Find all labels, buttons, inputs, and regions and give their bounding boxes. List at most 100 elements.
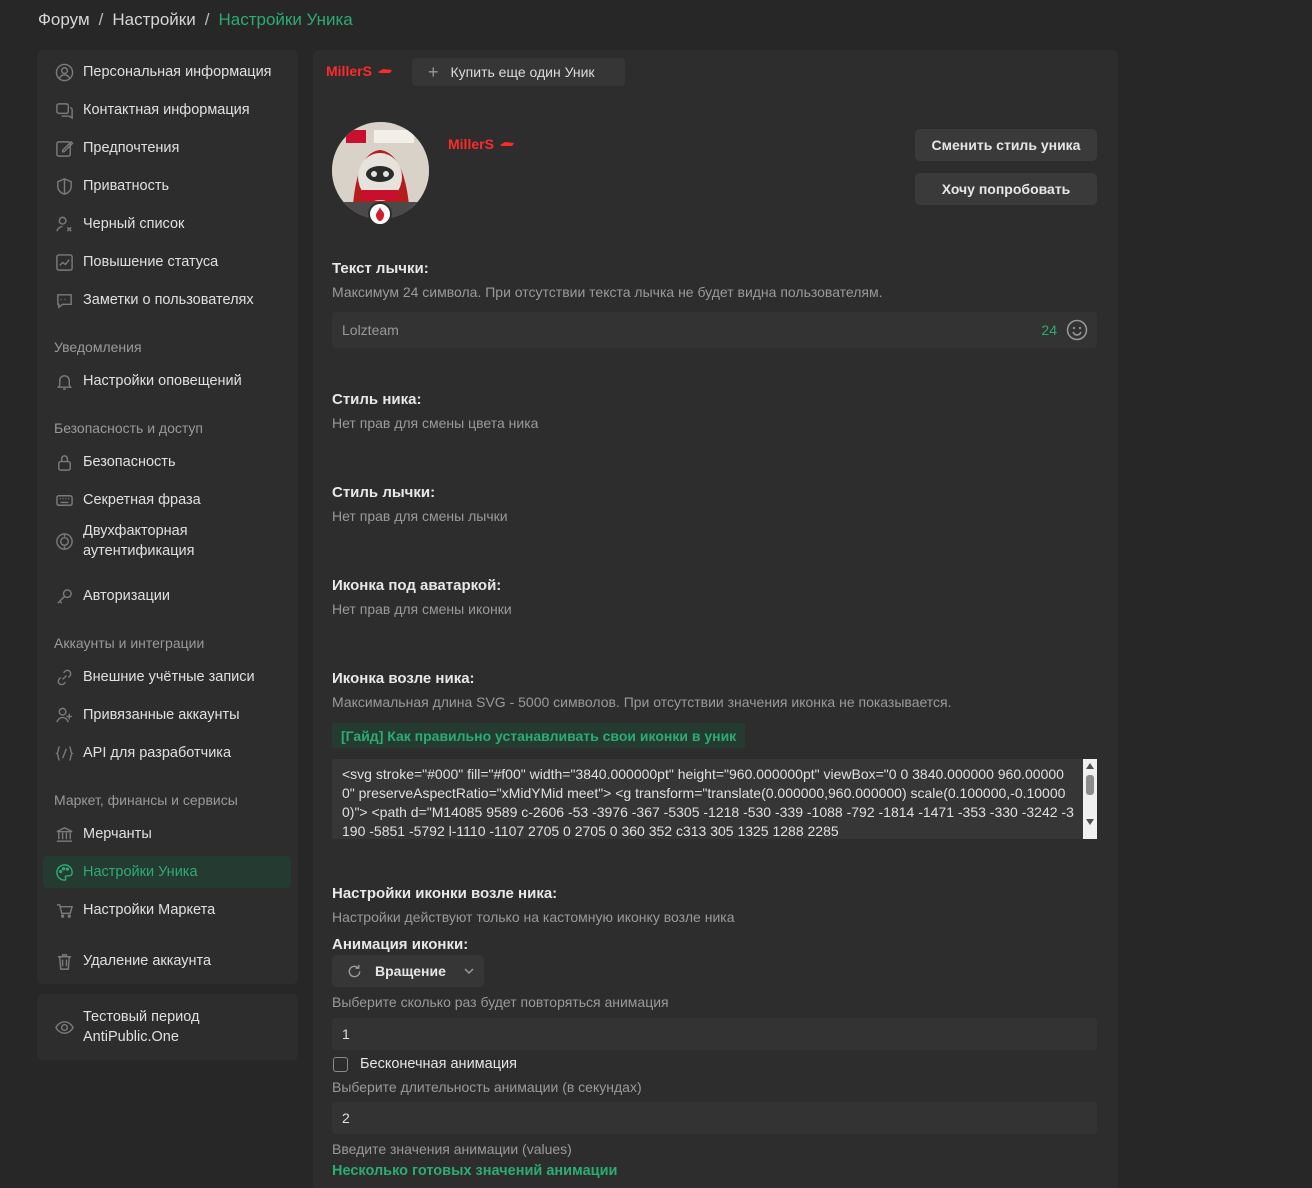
sidebar-item-privacy[interactable]: Приватность: [43, 170, 291, 202]
animation-select[interactable]: Вращение: [332, 955, 484, 987]
sidebar-item-linked-accounts[interactable]: Привязанные аккаунты: [43, 699, 291, 731]
emoji-icon[interactable]: [1066, 319, 1088, 341]
unique-tab[interactable]: MillerS: [326, 63, 393, 79]
eye-icon: [54, 1017, 74, 1037]
sidebar-item-label: Авторизации: [83, 588, 170, 604]
bell-icon: [54, 371, 74, 391]
sidebar-item-label: Настройки Уника: [83, 864, 198, 880]
sidebar-item-label: Двухфакторная аутентификация: [83, 521, 194, 561]
label-line-1: Тестовый период: [83, 1009, 200, 1025]
sidebar-item-label: Заметки о пользователях: [83, 292, 254, 308]
sidebar-item-label: Мерчанты: [83, 826, 152, 842]
rotate-icon: [348, 964, 361, 977]
profile-nickname: MillerS: [448, 136, 515, 152]
repeat-hint: Выберите сколько раз будет повторяться а…: [332, 994, 669, 1010]
sidebar-item-label: Настройки Маркета: [83, 902, 216, 918]
trial-panel: Тестовый период AntiPublic.One: [37, 994, 298, 1060]
unique-settings-panel: MillerS + Купить еще один Уник MillerS С…: [313, 50, 1118, 1188]
link-icon: [54, 667, 74, 687]
sidebar-item-label: Тестовый период AntiPublic.One: [83, 1007, 199, 1047]
duration-input[interactable]: 2: [332, 1102, 1097, 1134]
nick-icon-label: Иконка возле ника:: [332, 670, 475, 687]
avatar-icon-hint: Нет прав для смены иконки: [332, 601, 512, 617]
scroll-up-icon[interactable]: [1086, 763, 1094, 769]
buy-another-unique-button[interactable]: + Купить еще один Уник: [412, 58, 625, 86]
keyboard-icon: [54, 490, 74, 510]
two-factor-icon: [54, 531, 74, 551]
label-line-1: Двухфакторная: [83, 523, 188, 539]
sidebar-item-trial-antipublic[interactable]: Тестовый период AntiPublic.One: [43, 1005, 291, 1049]
user-circle-icon: [54, 62, 74, 82]
sidebar-item-label: Повышение статуса: [83, 254, 219, 270]
repeat-count-input[interactable]: 1: [332, 1018, 1097, 1050]
sidebar-item-user-notes[interactable]: Заметки о пользователях: [43, 284, 291, 316]
user-plus-icon: [54, 705, 74, 725]
guide-link[interactable]: [Гайд] Как правильно устанавливать свои …: [332, 723, 746, 748]
breadcrumb-forum[interactable]: Форум: [38, 10, 90, 30]
sidebar-item-delete-account[interactable]: Удаление аккаунта: [43, 945, 291, 977]
avatar-icon-label: Иконка под аватаркой:: [332, 577, 502, 594]
profile-nickname-text: MillerS: [448, 136, 494, 152]
sidebar-item-label: API для разработчика: [83, 745, 232, 761]
sidebar-item-secret-phrase[interactable]: Секретная фраза: [43, 484, 291, 516]
sidebar-item-contact-info[interactable]: Контактная информация: [43, 94, 291, 126]
change-style-button[interactable]: Сменить стиль уника: [915, 129, 1097, 161]
nick-icon-settings-label: Настройки иконки возле ника:: [332, 885, 558, 902]
sidebar-item-label: Удаление аккаунта: [83, 953, 212, 969]
buy-button-label: Купить еще один Уник: [450, 64, 595, 80]
breadcrumb-separator: /: [204, 10, 210, 29]
duration-hint: Выберите длительность анимации (в секунд…: [332, 1079, 642, 1095]
nick-icon-hint: Максимальная длина SVG - 5000 символов. …: [332, 694, 952, 710]
note-icon: [54, 290, 74, 310]
duration-value: 2: [342, 1110, 350, 1126]
svg-icon-textarea[interactable]: <svg stroke="#000" fill="#f00" width="38…: [332, 759, 1097, 839]
lock-icon: [54, 452, 74, 472]
sidebar-item-label: Приватность: [83, 178, 170, 194]
sidebar-item-label: Предпочтения: [83, 140, 180, 156]
values-hint: Введите значения анимации (values): [332, 1141, 572, 1157]
sidebar-item-personal-info[interactable]: Персональная информация: [43, 56, 291, 88]
sidebar-item-status-upgrade[interactable]: Повышение статуса: [43, 246, 291, 278]
breadcrumb-current[interactable]: Настройки Уника: [218, 10, 352, 30]
sidebar-item-label: Секретная фраза: [83, 492, 201, 508]
sidebar-item-authorizations[interactable]: Авторизации: [43, 580, 291, 612]
sidebar-item-notification-settings[interactable]: Настройки оповещений: [43, 365, 291, 397]
sidebar-item-label: Черный список: [83, 216, 185, 232]
palette-icon: [54, 862, 74, 882]
settings-sidebar: Персональная информация Контактная инфор…: [37, 50, 298, 984]
sidebar-item-external-accounts[interactable]: Внешние учётные записи: [43, 661, 291, 693]
label-line-2: AntiPublic.One: [83, 1029, 179, 1045]
user-block-icon: [54, 214, 74, 234]
animation-selected: Вращение: [375, 963, 446, 979]
sidebar-item-two-factor[interactable]: Двухфакторная аутентификация: [43, 520, 291, 562]
sidebar-item-label: Безопасность: [83, 454, 176, 470]
edit-icon: [54, 138, 74, 158]
chat-icon: [54, 100, 74, 120]
bank-icon: [54, 824, 74, 844]
sidebar-item-blacklist[interactable]: Черный список: [43, 208, 291, 240]
nick-style-hint: Нет прав для смены цвета ника: [332, 415, 539, 431]
key-icon: [54, 586, 74, 606]
sidebar-item-unique-settings[interactable]: Настройки Уника: [43, 856, 291, 888]
sidebar-item-developer-api[interactable]: API для разработчика: [43, 737, 291, 769]
sidebar-item-security[interactable]: Безопасность: [43, 446, 291, 478]
sidebar-item-preferences[interactable]: Предпочтения: [43, 132, 291, 164]
scroll-down-icon[interactable]: [1086, 819, 1094, 825]
sidebar-item-merchants[interactable]: Мерчанты: [43, 818, 291, 850]
infinite-animation-label[interactable]: Бесконечная анимация: [360, 1056, 517, 1072]
repeat-count-value: 1: [342, 1026, 350, 1042]
textarea-scrollbar[interactable]: [1083, 759, 1097, 839]
sidebar-item-market-settings[interactable]: Настройки Маркета: [43, 894, 291, 926]
breadcrumb: Форум / Настройки / Настройки Уника: [38, 10, 353, 30]
try-button[interactable]: Хочу попробовать: [915, 173, 1097, 205]
breadcrumb-separator: /: [98, 10, 104, 29]
cart-icon: [54, 900, 74, 920]
breadcrumb-settings[interactable]: Настройки: [112, 10, 195, 30]
banner-text-input[interactable]: Lolzteam 24: [332, 312, 1097, 348]
animation-values-link[interactable]: Несколько готовых значений анимации: [332, 1163, 617, 1179]
infinite-animation-checkbox[interactable]: [333, 1057, 348, 1072]
scroll-thumb[interactable]: [1086, 775, 1094, 795]
banner-text-placeholder: Lolzteam: [342, 322, 399, 338]
animation-label: Анимация иконки:: [332, 936, 469, 953]
nick-icon-settings-hint: Настройки действуют только на кастомную …: [332, 909, 735, 925]
